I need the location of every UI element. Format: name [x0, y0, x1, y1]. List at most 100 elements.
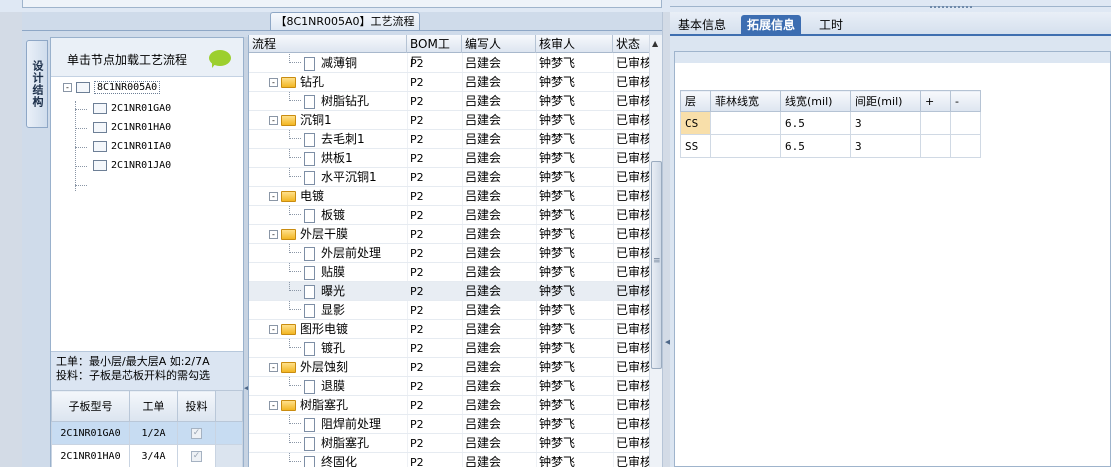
table-row[interactable]: 减薄铜 P2 吕建会 钟梦飞 已审核	[249, 54, 649, 73]
col-reviewer[interactable]: 核审人	[536, 35, 613, 53]
cell-flow: 减薄铜	[289, 54, 357, 73]
cell-bom: P2	[410, 342, 424, 355]
cell-order[interactable]: 3/4A	[129, 444, 178, 467]
tab-basic-info[interactable]: 基本信息	[672, 15, 732, 36]
cell-plus[interactable]	[920, 111, 951, 135]
col-plus[interactable]: +	[920, 90, 951, 112]
scroll-thumb[interactable]	[651, 161, 662, 369]
col-author[interactable]: 编写人	[462, 35, 536, 53]
cell-bom: P2	[410, 114, 424, 127]
collapse-icon[interactable]: -	[269, 325, 278, 334]
table-row[interactable]: 退膜 P2 吕建会 钟梦飞 已审核	[249, 377, 649, 396]
cell-plus[interactable]	[920, 134, 951, 158]
collapse-icon[interactable]: -	[269, 230, 278, 239]
collapse-icon[interactable]: -	[269, 78, 278, 87]
collapse-icon[interactable]: -	[269, 401, 278, 410]
cell-bom: P2	[410, 380, 424, 393]
col-feed[interactable]: 投料	[177, 390, 216, 422]
col-minus[interactable]: -	[950, 90, 981, 112]
table-row[interactable]: 树脂钻孔 P2 吕建会 钟梦飞 已审核	[249, 92, 649, 111]
col-status[interactable]: 状态	[613, 35, 649, 53]
tree-node[interactable]: 2C1NR01JA0	[93, 158, 171, 174]
feed-checkbox[interactable]: ✓	[191, 451, 202, 462]
step-name: 显影	[321, 303, 346, 317]
tab-extended-info[interactable]: 拓展信息	[741, 15, 802, 36]
step-name: 阻焊前处理	[321, 417, 382, 431]
right-splitter[interactable]: ◀	[662, 12, 670, 467]
table-row[interactable]: - 树脂塞孔 P2 吕建会 钟梦飞 已审核	[249, 396, 649, 415]
col-model[interactable]: 子板型号	[51, 390, 130, 422]
col-flow[interactable]: 流程	[249, 35, 407, 53]
grid-header: 流程 BOM工厂 编写人 核审人 状态	[249, 35, 649, 69]
collapse-icon[interactable]: -	[63, 82, 72, 92]
collapse-icon[interactable]: -	[269, 363, 278, 372]
table-row[interactable]: 贴膜 P2 吕建会 钟梦飞 已审核	[249, 263, 649, 282]
table-row[interactable]: 曝光 P2 吕建会 钟梦飞 已审核	[249, 282, 649, 301]
process-title-tab[interactable]: 【8C1NR005A0】工艺流程	[270, 12, 420, 31]
table-row[interactable]: 板镀 P2 吕建会 钟梦飞 已审核	[249, 206, 649, 225]
cell-line-width[interactable]: 6.5	[780, 134, 851, 158]
cell-feed[interactable]: ✓	[177, 421, 216, 445]
table-row[interactable]: - 电镀 P2 吕建会 钟梦飞 已审核	[249, 187, 649, 206]
collapse-icon[interactable]: -	[269, 192, 278, 201]
folder-icon	[281, 400, 296, 411]
step-name: 外层蚀刻	[300, 360, 349, 374]
table-row[interactable]: - 图形电镀 P2 吕建会 钟梦飞 已审核	[249, 320, 649, 339]
table-row[interactable]: 2C1NR01HA0 3/4A ✓	[51, 444, 243, 467]
tree-node[interactable]: 2C1NR01GA0	[93, 101, 171, 117]
table-row[interactable]: - 沉铜1 P2 吕建会 钟梦飞 已审核	[249, 111, 649, 130]
cell-line-width[interactable]: 6.5	[780, 111, 851, 135]
collapse-grip-icon[interactable]	[930, 6, 972, 9]
cell-minus[interactable]	[950, 111, 981, 135]
document-icon	[304, 132, 315, 147]
cell-bom: P2	[410, 152, 424, 165]
tab-work-hours[interactable]: 工时	[813, 15, 849, 36]
cell-spacing[interactable]: 3	[850, 111, 921, 135]
table-row[interactable]: 外层前处理 P2 吕建会 钟梦飞 已审核	[249, 244, 649, 263]
table-row[interactable]: 树脂塞孔 P2 吕建会 钟梦飞 已审核	[249, 434, 649, 453]
cell-film-width[interactable]	[710, 111, 781, 135]
table-row[interactable]: 镀孔 P2 吕建会 钟梦飞 已审核	[249, 339, 649, 358]
col-spacing[interactable]: 间距(mil)	[850, 90, 921, 112]
table-row[interactable]: 烘板1 P2 吕建会 钟梦飞 已审核	[249, 149, 649, 168]
tree-node[interactable]: 2C1NR01IA0	[93, 139, 171, 155]
folder-icon	[281, 77, 296, 88]
table-row[interactable]: 阻焊前处理 P2 吕建会 钟梦飞 已审核	[249, 415, 649, 434]
table-row[interactable]: 去毛刺1 P2 吕建会 钟梦飞 已审核	[249, 130, 649, 149]
cell-flow: 烘板1	[289, 149, 353, 168]
cell-status: 已审核	[616, 303, 649, 317]
cell-bom: P2	[410, 95, 424, 108]
table-row[interactable]: - 钻孔 P2 吕建会 钟梦飞 已审核	[249, 73, 649, 92]
col-order[interactable]: 工单	[129, 390, 178, 422]
table-row[interactable]: SS 6.5 3	[680, 134, 981, 158]
tree-node-label: 2C1NR01JA0	[111, 160, 172, 171]
cell-film-width[interactable]	[710, 134, 781, 158]
col-film-width[interactable]: 菲林线宽	[710, 90, 781, 112]
col-line-width[interactable]: 线宽(mil)	[780, 90, 851, 112]
table-row[interactable]: 显影 P2 吕建会 钟梦飞 已审核	[249, 301, 649, 320]
table-row[interactable]: - 外层干膜 P2 吕建会 钟梦飞 已审核	[249, 225, 649, 244]
tree-node[interactable]: 2C1NR01HA0	[93, 120, 171, 136]
cell-reviewer: 钟梦飞	[539, 113, 576, 127]
cell-order[interactable]: 1/2A	[129, 421, 178, 445]
table-row[interactable]: CS 6.5 3	[680, 111, 981, 135]
cell-reviewer: 钟梦飞	[539, 94, 576, 108]
table-row[interactable]: 2C1NR01GA0 1/2A ✓	[51, 421, 243, 445]
document-icon	[304, 455, 315, 467]
cell-feed[interactable]: ✓	[177, 444, 216, 467]
tab-design-structure[interactable]: 设计结构	[26, 40, 48, 128]
table-row[interactable]: - 外层蚀刻 P2 吕建会 钟梦飞 已审核	[249, 358, 649, 377]
table-row[interactable]: 终固化 P2 吕建会 钟梦飞 已审核	[249, 453, 649, 467]
cell-spacing[interactable]: 3	[850, 134, 921, 158]
collapse-icon[interactable]: -	[269, 116, 278, 125]
cell-minus[interactable]	[950, 134, 981, 158]
col-bom[interactable]: BOM工厂	[407, 35, 462, 69]
tree-node-root[interactable]: - 8C1NR005A0	[63, 80, 161, 96]
cell-author: 吕建会	[465, 284, 502, 298]
vertical-scrollbar[interactable]: ▲	[649, 35, 663, 467]
feed-checkbox[interactable]: ✓	[191, 428, 202, 439]
cell-flow: - 沉铜1	[269, 111, 332, 130]
table-row[interactable]: 水平沉铜1 P2 吕建会 钟梦飞 已审核	[249, 168, 649, 187]
col-layer[interactable]: 层	[680, 90, 711, 112]
scroll-up-icon[interactable]: ▲	[652, 39, 658, 48]
